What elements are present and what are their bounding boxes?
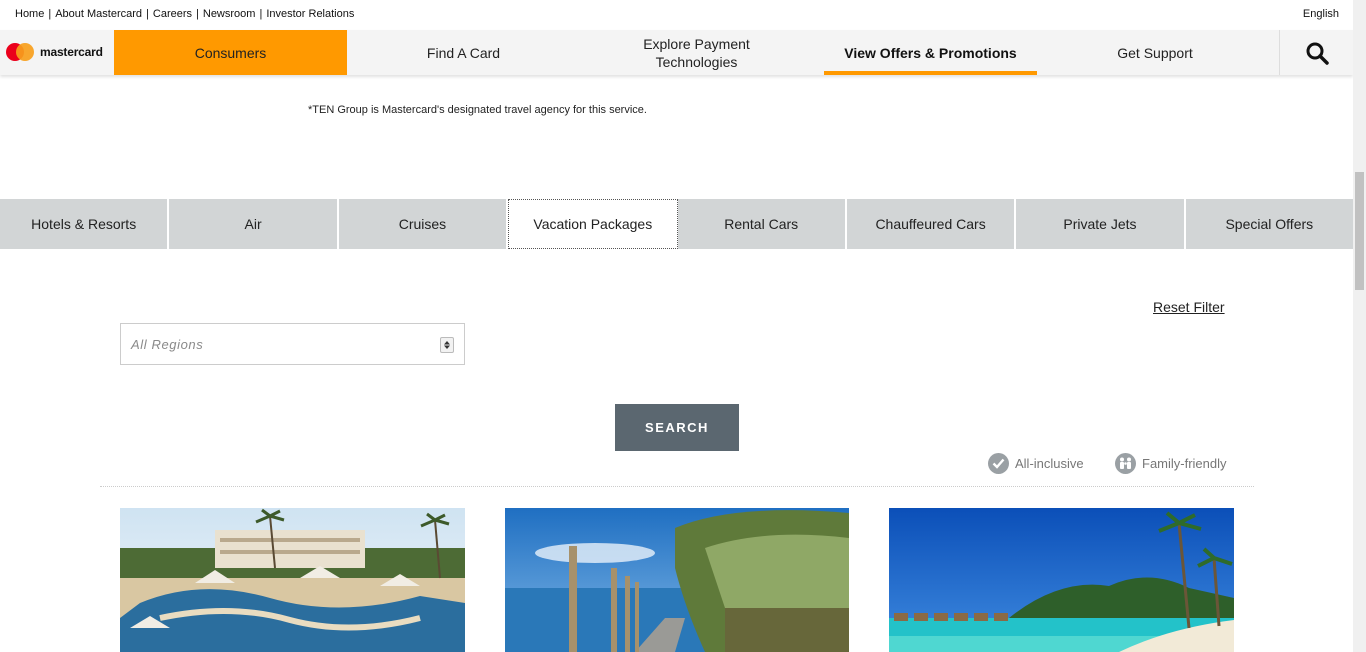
- legend-all-inclusive: All-inclusive: [988, 453, 1084, 474]
- logo-yellow-circle: [16, 43, 34, 61]
- nav-find-card[interactable]: Find A Card: [347, 30, 580, 75]
- utility-separator: |: [48, 8, 52, 20]
- tropical-island-image: [889, 508, 1234, 652]
- tab-private-jets[interactable]: Private Jets: [1016, 199, 1186, 249]
- legend-family-friendly: Family-friendly: [1115, 453, 1227, 474]
- utility-link-home[interactable]: Home: [15, 8, 44, 20]
- language-selector[interactable]: English: [1303, 8, 1339, 20]
- tab-hotels-resorts[interactable]: Hotels & Resorts: [0, 199, 170, 249]
- tab-special-offers[interactable]: Special Offers: [1185, 199, 1353, 249]
- nav-consumers[interactable]: Consumers: [114, 30, 347, 75]
- nav-find-card-label: Find A Card: [426, 44, 501, 61]
- nav-consumers-label: Consumers: [194, 44, 267, 61]
- search-icon: [1306, 42, 1329, 65]
- ten-group-disclaimer: *TEN Group is Mastercard's designated tr…: [308, 104, 647, 116]
- tab-rental-cars[interactable]: Rental Cars: [677, 199, 847, 249]
- package-card-lake[interactable]: [505, 508, 850, 652]
- utility-bar: Home | About Mastercard | Careers | News…: [0, 0, 1353, 30]
- tab-vacation-packages[interactable]: Vacation Packages: [508, 199, 678, 249]
- utility-link-careers[interactable]: Careers: [153, 8, 192, 20]
- category-tabs: Hotels & Resorts Air Cruises Vacation Pa…: [0, 199, 1353, 249]
- nav-explore-payment[interactable]: Explore Payment Technologies: [580, 30, 813, 75]
- select-arrows-icon: [440, 337, 454, 353]
- results-divider: [100, 486, 1254, 487]
- page: Home | About Mastercard | Careers | News…: [0, 0, 1366, 652]
- nav-explore-label-line1: Explore Payment: [643, 35, 750, 52]
- utility-link-about[interactable]: About Mastercard: [55, 8, 142, 20]
- search-button[interactable]: SEARCH: [615, 404, 739, 451]
- page-scrollbar[interactable]: [1353, 0, 1366, 652]
- tab-chauffeured-cars[interactable]: Chauffeured Cars: [846, 199, 1017, 249]
- utility-separator: |: [259, 8, 263, 20]
- mastercard-logo[interactable]: mastercard: [6, 43, 103, 61]
- nav-get-support[interactable]: Get Support: [1037, 30, 1273, 75]
- nav-view-offers[interactable]: View Offers & Promotions: [824, 30, 1037, 75]
- package-card-resort[interactable]: [120, 508, 465, 652]
- utility-link-investor[interactable]: Investor Relations: [266, 8, 354, 20]
- legend-all-inclusive-label: All-inclusive: [1015, 456, 1084, 471]
- nav-get-support-label: Get Support: [1117, 44, 1193, 61]
- utility-links: Home | About Mastercard | Careers | News…: [15, 8, 354, 20]
- tab-air[interactable]: Air: [169, 199, 339, 249]
- nav-explore-label-line2: Technologies: [655, 53, 738, 70]
- utility-separator: |: [146, 8, 149, 20]
- legend-family-friendly-label: Family-friendly: [1142, 456, 1227, 471]
- checkmark-icon: [988, 453, 1009, 474]
- utility-link-newsroom[interactable]: Newsroom: [203, 8, 256, 20]
- tab-cruises[interactable]: Cruises: [338, 199, 509, 249]
- main-nav: mastercard Consumers Find A Card Explore…: [0, 30, 1353, 75]
- resort-pool-image: [120, 508, 465, 652]
- scrollbar-thumb[interactable]: [1355, 172, 1364, 290]
- region-select[interactable]: All Regions: [120, 323, 465, 365]
- reset-filter-link[interactable]: Reset Filter: [1153, 299, 1225, 315]
- nav-search-button[interactable]: [1279, 30, 1353, 75]
- family-icon: [1115, 453, 1136, 474]
- nav-view-offers-label: View Offers & Promotions: [844, 44, 1017, 61]
- region-select-placeholder: All Regions: [131, 337, 204, 352]
- utility-separator: |: [196, 8, 199, 20]
- logo-wordmark: mastercard: [40, 45, 103, 59]
- package-card-tropical[interactable]: [889, 508, 1234, 652]
- lake-pier-image: [505, 508, 849, 652]
